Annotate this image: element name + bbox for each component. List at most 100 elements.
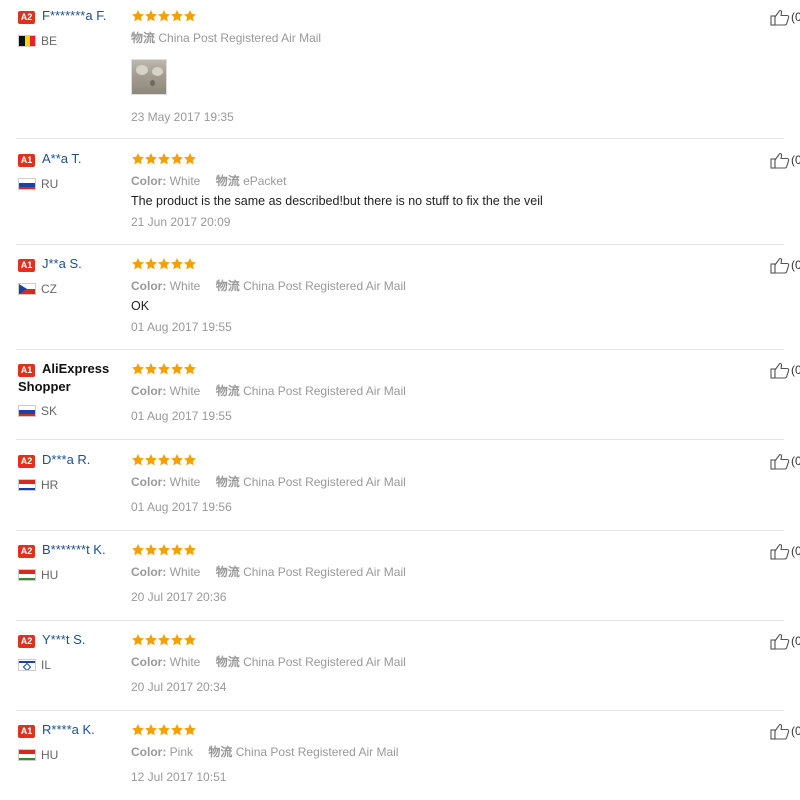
review-item: A1 A**a T. RU Color: White 物流 ePacket Th… [16, 151, 800, 245]
star-rating [131, 9, 196, 23]
level-badge: A1 [18, 725, 35, 738]
helpful-count: (0) [791, 544, 800, 558]
star-icon [183, 543, 197, 557]
reviewer-name[interactable]: Y***t S. [42, 632, 85, 647]
helpful-count: (0) [791, 153, 800, 167]
star-icon [144, 362, 158, 376]
star-icon [170, 543, 184, 557]
review-text: The product is the same as described!but… [131, 194, 543, 208]
star-icon [131, 362, 145, 376]
review-item: A2 F*******a F. BE 物流 China Post Registe… [16, 8, 800, 139]
reviewer-name[interactable]: F*******a F. [42, 8, 106, 23]
star-icon [144, 633, 158, 647]
helpful-count: (0) [791, 634, 800, 648]
order-info: 物流 China Post Registered Air Mail [131, 31, 322, 45]
star-icon [144, 152, 158, 166]
reviewer-name[interactable]: D***a R. [42, 452, 90, 467]
reviewer-info: A1 AliExpress Shopper SK [18, 361, 110, 418]
flag-hu-icon [18, 749, 36, 761]
level-badge: A1 [18, 259, 35, 272]
thumbs-up-icon[interactable] [770, 632, 790, 650]
flag-be-icon [18, 35, 36, 47]
star-icon [131, 152, 145, 166]
star-icon [170, 152, 184, 166]
thumbs-up-icon[interactable] [770, 361, 790, 379]
thumbs-up-icon[interactable] [770, 8, 790, 26]
star-icon [183, 633, 197, 647]
star-icon [144, 453, 158, 467]
reviewer-info: A2 Y***t S. IL [16, 632, 128, 672]
review-date: 01 Aug 2017 19:56 [131, 500, 232, 514]
star-icon [157, 9, 171, 23]
star-icon [157, 257, 171, 271]
flag-il-icon [18, 659, 36, 671]
review-date: 21 Jun 2017 20:09 [131, 215, 231, 229]
review-photo-thumbnail[interactable] [131, 59, 167, 95]
level-badge: A2 [18, 635, 35, 648]
order-info: Color: White 物流 China Post Registered Ai… [131, 565, 406, 579]
star-icon [131, 723, 145, 737]
reviewer-info: A2 B*******t K. HU [16, 542, 128, 582]
star-rating [131, 543, 196, 557]
level-badge: A2 [18, 545, 35, 558]
star-icon [157, 543, 171, 557]
star-rating [131, 453, 196, 467]
reviewer-info: A2 F*******a F. BE [16, 8, 128, 48]
star-icon [131, 453, 145, 467]
star-icon [183, 9, 197, 23]
level-badge: A1 [18, 364, 35, 377]
thumbs-up-icon[interactable] [770, 256, 790, 274]
review-item: A2 D***a R. HR Color: White 物流 China Pos… [16, 452, 800, 531]
star-icon [183, 257, 197, 271]
review-date: 01 Aug 2017 19:55 [131, 409, 232, 423]
review-item: A1 AliExpress Shopper SK Color: White 物流… [16, 361, 800, 440]
order-info: Color: White 物流 China Post Registered Ai… [131, 384, 406, 398]
thumbs-up-icon[interactable] [770, 542, 790, 560]
level-badge: A2 [18, 11, 35, 24]
star-icon [170, 9, 184, 23]
review-item: A2 Y***t S. IL Color: White 物流 China Pos… [16, 632, 800, 711]
review-date: 23 May 2017 19:35 [131, 110, 234, 124]
star-icon [131, 633, 145, 647]
star-icon [144, 9, 158, 23]
star-icon [170, 633, 184, 647]
level-badge: A2 [18, 455, 35, 468]
order-info: Color: White 物流 China Post Registered Ai… [131, 655, 406, 669]
helpful-count: (0) [791, 454, 800, 468]
review-date: 01 Aug 2017 19:55 [131, 320, 232, 334]
reviewer-info: A1 R****a K. HU [16, 722, 128, 762]
star-icon [131, 257, 145, 271]
reviewer-name-line2: Shopper [18, 379, 71, 394]
star-icon [157, 453, 171, 467]
star-icon [183, 723, 197, 737]
reviewer-name[interactable]: AliExpress [42, 361, 109, 376]
reviewer-name[interactable]: B*******t K. [42, 542, 106, 557]
order-info: Color: White 物流 China Post Registered Ai… [131, 475, 406, 489]
reviewer-info: A1 A**a T. RU [16, 151, 128, 191]
order-info: Color: White 物流 ePacket [131, 174, 287, 188]
helpful-count: (0) [791, 363, 800, 377]
star-icon [157, 633, 171, 647]
star-icon [170, 362, 184, 376]
reviewer-name[interactable]: A**a T. [42, 151, 82, 166]
helpful-count: (0) [791, 258, 800, 272]
reviewer-info: A1 J**a S. CZ [16, 256, 128, 296]
star-icon [131, 9, 145, 23]
star-icon [183, 453, 197, 467]
thumbs-up-icon[interactable] [770, 452, 790, 470]
star-icon [183, 152, 197, 166]
order-info: Color: White 物流 China Post Registered Ai… [131, 279, 406, 293]
thumbs-up-icon[interactable] [770, 722, 790, 740]
star-rating [131, 362, 196, 376]
order-info: Color: Pink 物流 China Post Registered Air… [131, 745, 399, 759]
star-icon [131, 543, 145, 557]
reviewer-name[interactable]: R****a K. [42, 722, 95, 737]
star-icon [170, 723, 184, 737]
star-rating [131, 633, 196, 647]
review-date: 20 Jul 2017 20:34 [131, 680, 227, 694]
reviewer-name[interactable]: J**a S. [42, 256, 82, 271]
flag-sk-icon [18, 405, 36, 417]
flag-hu-icon [18, 569, 36, 581]
thumbs-up-icon[interactable] [770, 151, 790, 169]
star-icon [144, 723, 158, 737]
